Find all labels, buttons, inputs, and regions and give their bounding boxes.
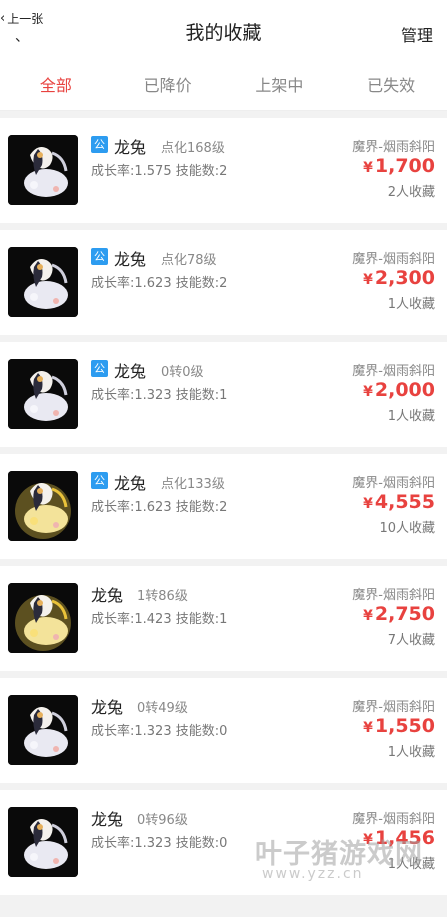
item-level: 0转49级 <box>137 701 188 716</box>
pet-thumbnail <box>8 359 78 429</box>
favorite-count: 10人收藏 <box>379 521 435 536</box>
currency-symbol: ¥ <box>363 160 373 176</box>
favorite-count: 2人收藏 <box>387 185 435 200</box>
item-stats: 成长率:1.323 技能数:0 <box>91 724 228 739</box>
item-stats: 成长率:1.623 技能数:2 <box>91 276 228 291</box>
price-amount: 2,000 <box>374 379 435 401</box>
page-title: 我的收藏 <box>185 22 262 44</box>
server-name: 魔界-烟雨斜阳 <box>352 252 435 267</box>
item-name: 龙兔 <box>114 474 147 493</box>
filter-tabs: 全部 已降价 上架中 已失效 <box>0 64 447 111</box>
price: ¥2,750 <box>363 603 435 625</box>
price-amount: 2,750 <box>374 603 435 625</box>
price-amount: 4,555 <box>374 491 435 513</box>
tab-0[interactable]: 全部 <box>0 64 112 110</box>
item-stats: 成长率:1.575 技能数:2 <box>91 164 228 179</box>
watermark-url: www.yzz.cn <box>262 866 364 882</box>
item-name: 龙兔 <box>114 250 147 269</box>
price: ¥2,300 <box>363 267 435 289</box>
item-name: 龙兔 <box>91 698 124 717</box>
favorite-count: 1人收藏 <box>387 745 435 760</box>
item-stats: 成长率:1.323 技能数:0 <box>91 836 228 851</box>
list-item[interactable]: 公龙兔 点化168级 成长率:1.575 技能数:2 魔界-烟雨斜阳 ¥1,700 2人收… <box>0 118 447 223</box>
price: ¥2,000 <box>363 379 435 401</box>
item-name: 龙兔 <box>91 810 124 829</box>
server-name: 魔界-烟雨斜阳 <box>352 812 435 827</box>
price-amount: 2,300 <box>374 267 435 289</box>
list-item[interactable]: 龙兔 1转86级 成长率:1.423 技能数:1 魔界-烟雨斜阳 ¥2,750 7人收藏 <box>0 566 447 671</box>
favorite-count: 1人收藏 <box>387 297 435 312</box>
item-stats: 成长率:1.623 技能数:2 <box>91 500 228 515</box>
item-level: 0转96级 <box>137 813 188 828</box>
item-level: 点化133级 <box>161 477 225 492</box>
currency-symbol: ¥ <box>363 384 373 400</box>
price-amount: 1,700 <box>374 155 435 177</box>
item-stats: 成长率:1.423 技能数:1 <box>91 612 228 627</box>
item-level: 点化168级 <box>161 141 225 156</box>
pet-thumbnail <box>8 695 78 765</box>
server-name: 魔界-烟雨斜阳 <box>352 140 435 155</box>
price-amount: 1,550 <box>374 715 435 737</box>
server-name: 魔界-烟雨斜阳 <box>352 700 435 715</box>
pet-thumbnail <box>8 583 78 653</box>
item-level: 点化78级 <box>161 253 217 268</box>
currency-symbol: ¥ <box>363 608 373 624</box>
manage-button[interactable]: 管理 <box>401 22 433 46</box>
item-stats: 成长率:1.323 技能数:1 <box>91 388 228 403</box>
favorite-count: 1人收藏 <box>387 409 435 424</box>
item-level: 1转86级 <box>137 589 188 604</box>
server-name: 魔界-烟雨斜阳 <box>352 476 435 491</box>
favorite-count: 7人收藏 <box>387 633 435 648</box>
public-badge: 公 <box>91 248 108 265</box>
list-item[interactable]: 公龙兔 点化78级 成长率:1.623 技能数:2 魔界-烟雨斜阳 ¥2,300 1人收藏 <box>0 230 447 335</box>
currency-symbol: ¥ <box>363 496 373 512</box>
favorites-list: 公龙兔 点化168级 成长率:1.575 技能数:2 魔界-烟雨斜阳 ¥1,700 2人收… <box>0 118 447 902</box>
header-bar: ‹ 上一张 、 我的收藏 管理 <box>0 0 447 64</box>
currency-symbol: ¥ <box>363 720 373 736</box>
pet-thumbnail <box>8 807 78 877</box>
public-badge: 公 <box>91 472 108 489</box>
tab-3[interactable]: 已失效 <box>335 64 447 110</box>
server-name: 魔界-烟雨斜阳 <box>352 364 435 379</box>
price: ¥1,700 <box>363 155 435 177</box>
item-name: 龙兔 <box>114 138 147 157</box>
price: ¥1,550 <box>363 715 435 737</box>
currency-symbol: ¥ <box>363 272 373 288</box>
tab-2[interactable]: 上架中 <box>224 64 336 110</box>
pet-thumbnail <box>8 135 78 205</box>
list-item[interactable]: 龙兔 0转49级 成长率:1.323 技能数:0 魔界-烟雨斜阳 ¥1,550 1人收藏 <box>0 678 447 783</box>
price: ¥4,555 <box>363 491 435 513</box>
public-badge: 公 <box>91 136 108 153</box>
pet-thumbnail <box>8 247 78 317</box>
list-item[interactable]: 公龙兔 0转0级 成长率:1.323 技能数:1 魔界-烟雨斜阳 ¥2,000 1人收藏 <box>0 342 447 447</box>
item-name: 龙兔 <box>114 362 147 381</box>
tab-1[interactable]: 已降价 <box>112 64 224 110</box>
list-item[interactable]: 公龙兔 点化133级 成长率:1.623 技能数:2 魔界-烟雨斜阳 ¥4,555 10人… <box>0 454 447 559</box>
item-level: 0转0级 <box>161 365 204 380</box>
public-badge: 公 <box>91 360 108 377</box>
server-name: 魔界-烟雨斜阳 <box>352 588 435 603</box>
pet-thumbnail <box>8 471 78 541</box>
item-name: 龙兔 <box>91 586 124 605</box>
